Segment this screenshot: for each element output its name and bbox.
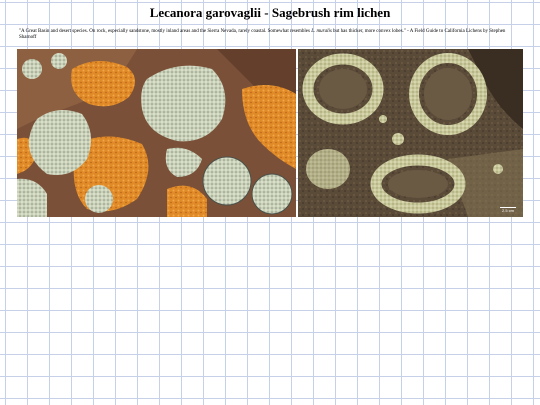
description-text-before: "A Great Basin and desert species. On ro… (19, 29, 312, 34)
lichen-photo-left (17, 49, 296, 217)
scale-label: 2.5 cm (501, 208, 514, 213)
lichen-photo-right-image (298, 49, 523, 217)
description-species-italic: L. muralis (311, 29, 332, 34)
lichen-photo-left-image (17, 49, 296, 217)
scale-bar: 2.5 cm (499, 207, 517, 214)
lichen-photo-right (298, 49, 523, 217)
species-description: "A Great Basin and desert species. On ro… (19, 29, 523, 41)
page-title: Lecanora garovaglii - Sagebrush rim lich… (149, 5, 391, 20)
